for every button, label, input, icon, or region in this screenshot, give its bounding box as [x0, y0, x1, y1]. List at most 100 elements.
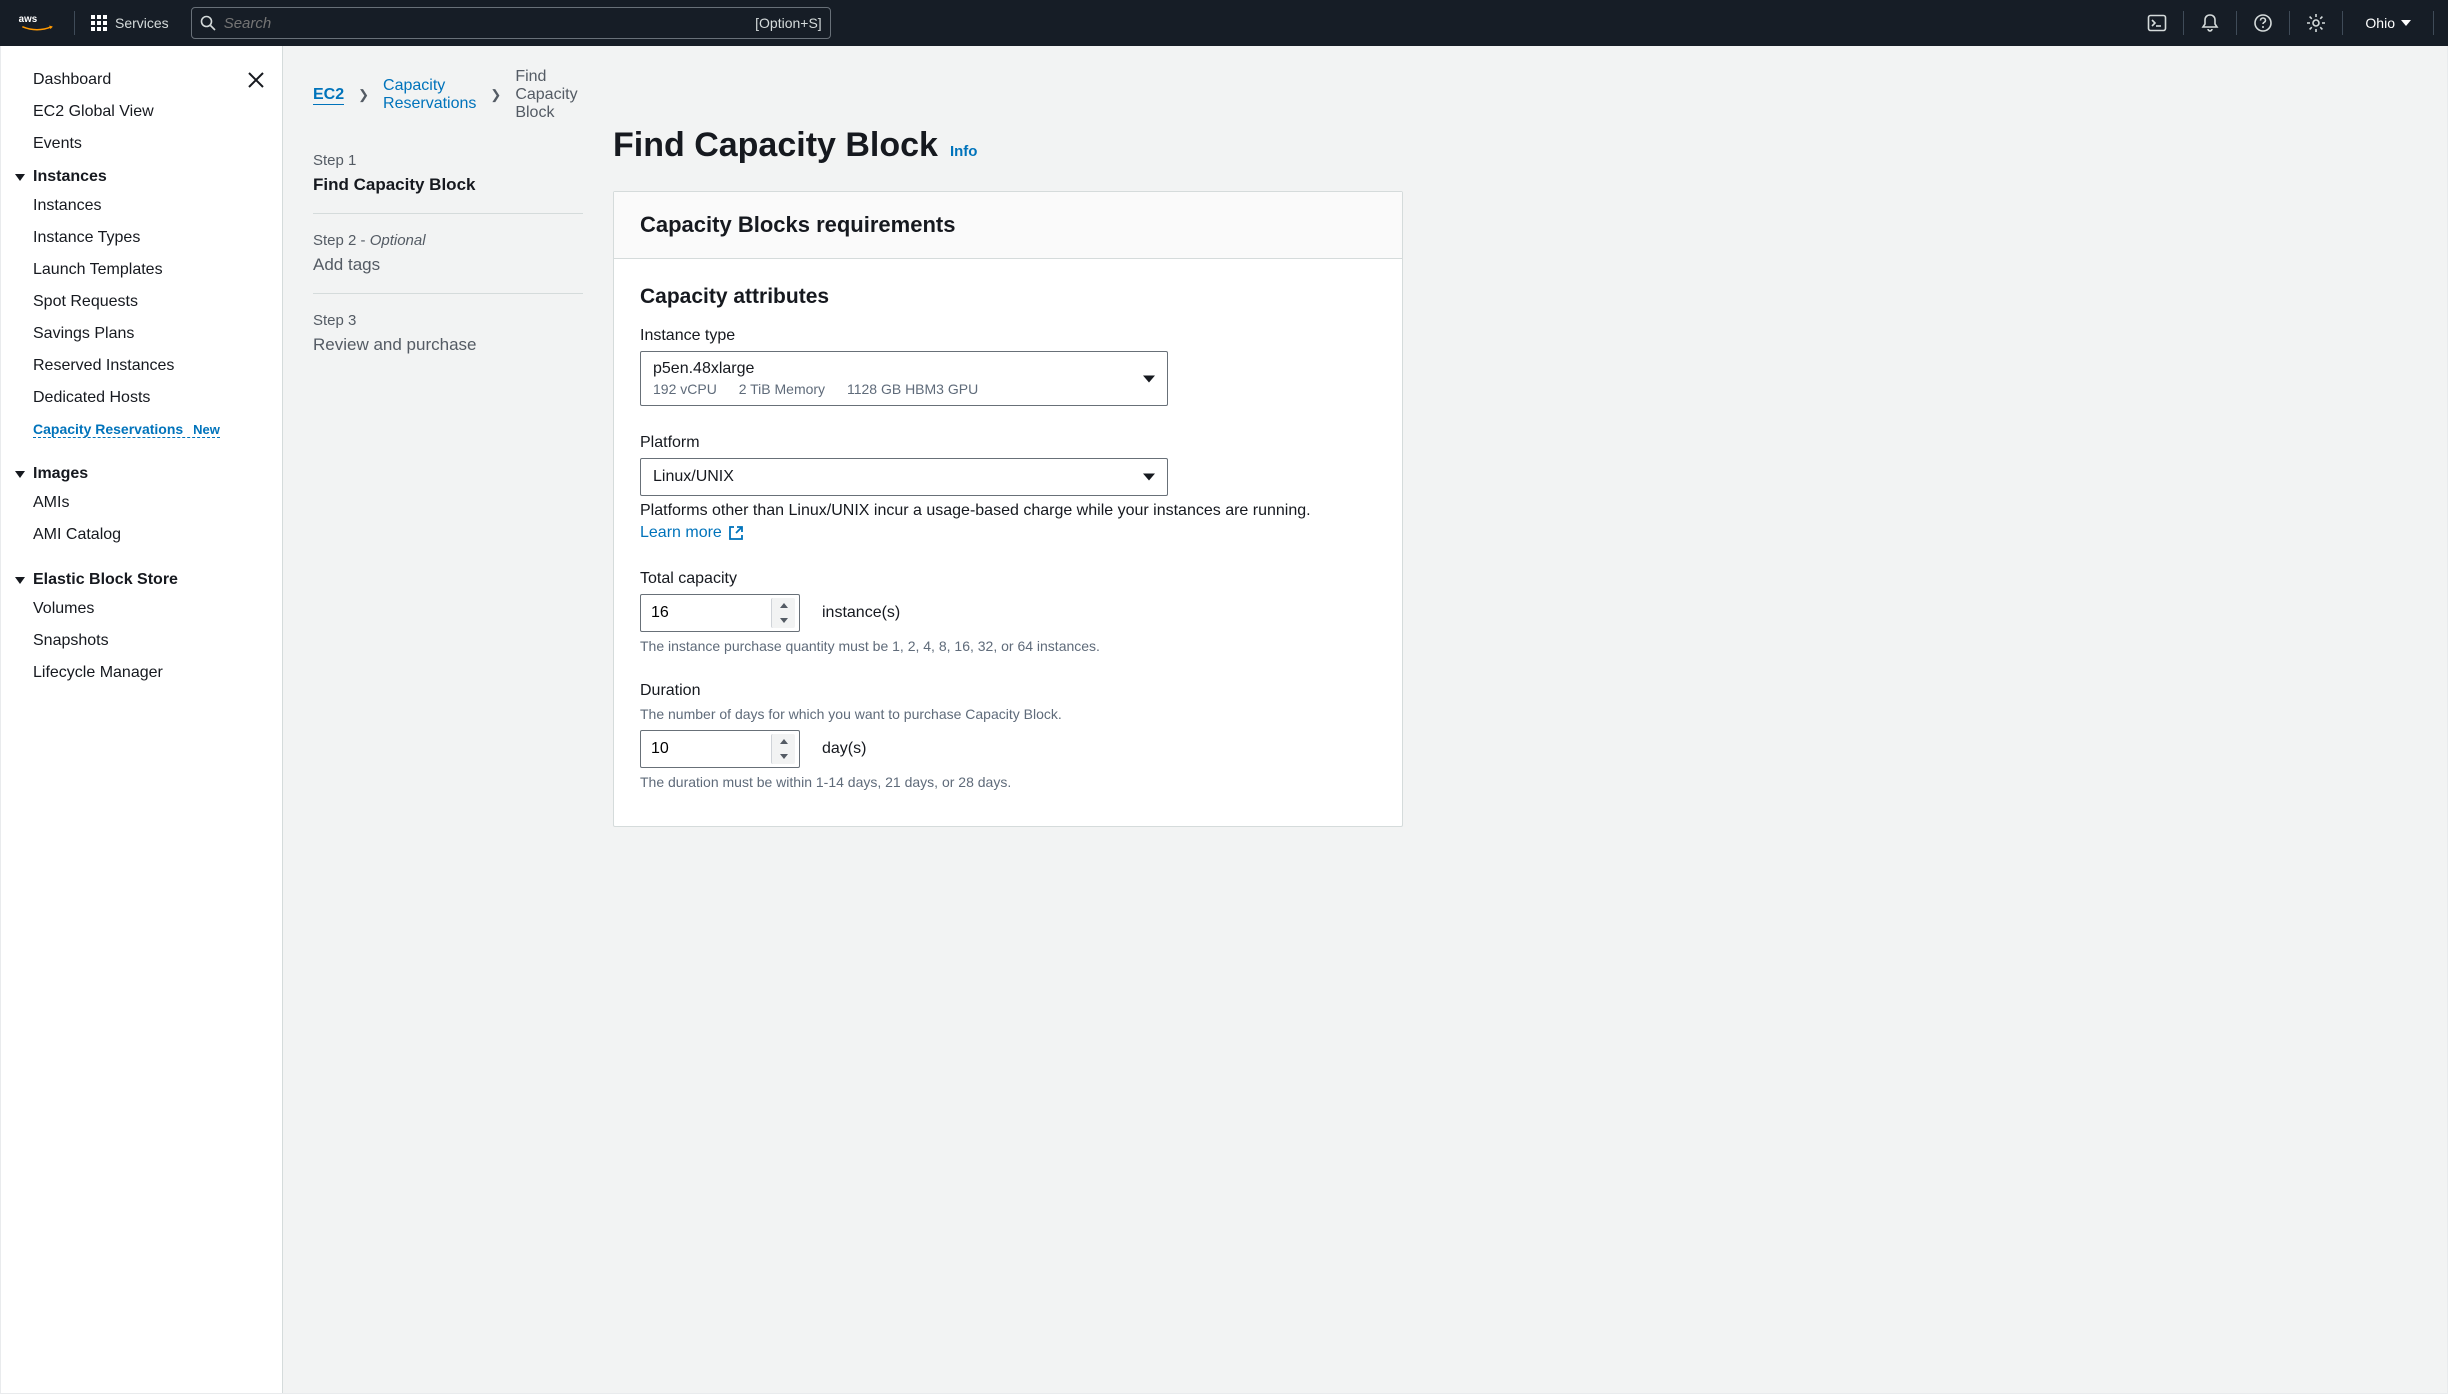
search-wrap: [Option+S]: [191, 7, 831, 39]
sidebar-item-amis[interactable]: AMIs: [15, 487, 282, 519]
sidebar-item-dashboard[interactable]: Dashboard: [15, 64, 246, 96]
instance-type-specs: 192 vCPU 2 TiB Memory 1128 GB HBM3 GPU: [653, 381, 1131, 397]
new-badge: New: [193, 422, 220, 437]
sidebar-item-instance-types[interactable]: Instance Types: [15, 222, 282, 254]
search-hint: [Option+S]: [755, 15, 822, 31]
sidebar-item-volumes[interactable]: Volumes: [15, 593, 282, 625]
sidebar-section-images[interactable]: Images: [15, 457, 282, 487]
platform-row: Platform Linux/UNIX Platforms other than…: [640, 434, 1376, 542]
wizard-step-3[interactable]: Step 3 Review and purchase: [313, 304, 583, 373]
chevron-right-icon: ❯: [490, 87, 501, 103]
duration-input[interactable]: [641, 740, 771, 758]
sidebar-top: Dashboard EC2 Global View Events: [15, 64, 282, 160]
platform-select[interactable]: Linux/UNIX: [640, 458, 1168, 496]
content: Find Capacity Block Info Capacity Blocks…: [613, 46, 1433, 1393]
sidebar-item-snapshots[interactable]: Snapshots: [15, 625, 282, 657]
chevron-down-icon: [1143, 375, 1155, 382]
divider: [2183, 11, 2184, 35]
sidebar-close-button[interactable]: [246, 64, 282, 93]
breadcrumb-parent[interactable]: Capacity Reservations: [383, 77, 476, 113]
sidebar-item-capacity-reservations[interactable]: Capacity Reservations New: [33, 421, 220, 438]
platform-value: Linux/UNIX: [653, 468, 1131, 486]
duration-stepper[interactable]: [640, 730, 800, 768]
spinner: [771, 598, 795, 628]
sidebar-item-events[interactable]: Events: [15, 128, 246, 160]
sidebar-item-dedicated-hosts[interactable]: Dedicated Hosts: [15, 382, 282, 414]
caret-down-icon: [2401, 20, 2411, 26]
increment-button[interactable]: [772, 598, 795, 613]
region-label: Ohio: [2365, 15, 2395, 31]
top-nav: aws Services [Option+S]: [0, 0, 2448, 46]
breadcrumb-root[interactable]: EC2: [313, 86, 344, 105]
spinner: [771, 734, 795, 764]
sidebar-item-label: Capacity Reservations: [33, 421, 183, 437]
region-selector[interactable]: Ohio: [2347, 0, 2429, 46]
learn-more-label: Learn more: [640, 524, 722, 542]
step-label: Step 2 - Optional: [313, 232, 583, 249]
capacity-unit: instance(s): [822, 604, 900, 622]
instance-type-value: p5en.48xlarge: [653, 360, 1131, 378]
step-title: Find Capacity Block: [313, 175, 583, 195]
platform-help: Platforms other than Linux/UNIX incur a …: [640, 502, 1376, 520]
capacity-row: Total capacity instance(s) Th: [640, 570, 1376, 654]
panel-header: Capacity Blocks requirements: [614, 192, 1402, 259]
sidebar-item-instances[interactable]: Instances: [15, 190, 282, 222]
divider: [74, 11, 75, 35]
search-box[interactable]: [Option+S]: [191, 7, 831, 39]
panel-body: Capacity attributes Instance type p5en.4…: [614, 259, 1402, 826]
notifications-button[interactable]: [2188, 0, 2232, 46]
search-input[interactable]: [224, 15, 747, 32]
aws-logo[interactable]: aws: [10, 0, 70, 46]
help-button[interactable]: [2241, 0, 2285, 46]
caret-down-icon: [780, 618, 788, 623]
divider: [2236, 11, 2237, 35]
capacity-input[interactable]: [641, 604, 771, 622]
platform-label: Platform: [640, 434, 1376, 452]
sidebar-section-ebs[interactable]: Elastic Block Store: [15, 563, 282, 593]
nav-icons: Ohio: [2135, 0, 2438, 46]
sidebar-item-spot-requests[interactable]: Spot Requests: [15, 286, 282, 318]
increment-button[interactable]: [772, 734, 795, 749]
duration-row: Duration The number of days for which yo…: [640, 682, 1376, 790]
aws-logo-icon: aws: [18, 12, 56, 34]
sidebar: Dashboard EC2 Global View Events Instanc…: [1, 46, 283, 1393]
sidebar-item-launch-templates[interactable]: Launch Templates: [15, 254, 282, 286]
learn-more-link[interactable]: Learn more: [640, 524, 744, 542]
chevron-right-icon: ❯: [358, 87, 369, 103]
instance-type-row: Instance type p5en.48xlarge 192 vCPU 2 T…: [640, 327, 1376, 406]
breadcrumb: EC2 ❯ Capacity Reservations ❯ Find Capac…: [313, 68, 583, 122]
panel-title: Capacity Blocks requirements: [640, 212, 1376, 238]
capacity-stepper[interactable]: [640, 594, 800, 632]
wizard-step-2[interactable]: Step 2 - Optional Add tags: [313, 224, 583, 294]
decrement-button[interactable]: [772, 613, 795, 628]
info-link[interactable]: Info: [950, 143, 978, 160]
wizard-step-1[interactable]: Step 1 Find Capacity Block: [313, 144, 583, 214]
main-area: EC2 ❯ Capacity Reservations ❯ Find Capac…: [283, 46, 2447, 1393]
sidebar-item-savings-plans[interactable]: Savings Plans: [15, 318, 282, 350]
close-icon: [246, 70, 266, 90]
sidebar-section-instances[interactable]: Instances: [15, 160, 282, 190]
instance-type-select[interactable]: p5en.48xlarge 192 vCPU 2 TiB Memory 1128…: [640, 351, 1168, 406]
duration-input-row: day(s): [640, 730, 1376, 768]
chevron-down-icon: [15, 471, 25, 478]
services-button[interactable]: Services: [79, 0, 181, 46]
sidebar-item-ami-catalog[interactable]: AMI Catalog: [15, 519, 282, 551]
bell-icon: [2200, 13, 2220, 33]
duration-label: Duration: [640, 682, 1376, 700]
cloudshell-button[interactable]: [2135, 0, 2179, 46]
step-title: Review and purchase: [313, 335, 583, 355]
sidebar-item-lifecycle-manager[interactable]: Lifecycle Manager: [15, 657, 282, 689]
settings-button[interactable]: [2294, 0, 2338, 46]
external-link-icon: [728, 525, 744, 541]
sidebar-item-global-view[interactable]: EC2 Global View: [15, 96, 246, 128]
help-icon: [2253, 13, 2273, 33]
svg-text:aws: aws: [19, 14, 38, 25]
step-label: Step 3: [313, 312, 583, 329]
sidebar-section-label: Instances: [33, 168, 107, 186]
sidebar-section-label: Images: [33, 465, 88, 483]
caret-up-icon: [780, 603, 788, 608]
decrement-button[interactable]: [772, 749, 795, 764]
duration-unit: day(s): [822, 740, 866, 758]
duration-help: The duration must be within 1-14 days, 2…: [640, 774, 1376, 790]
sidebar-item-reserved-instances[interactable]: Reserved Instances: [15, 350, 282, 382]
